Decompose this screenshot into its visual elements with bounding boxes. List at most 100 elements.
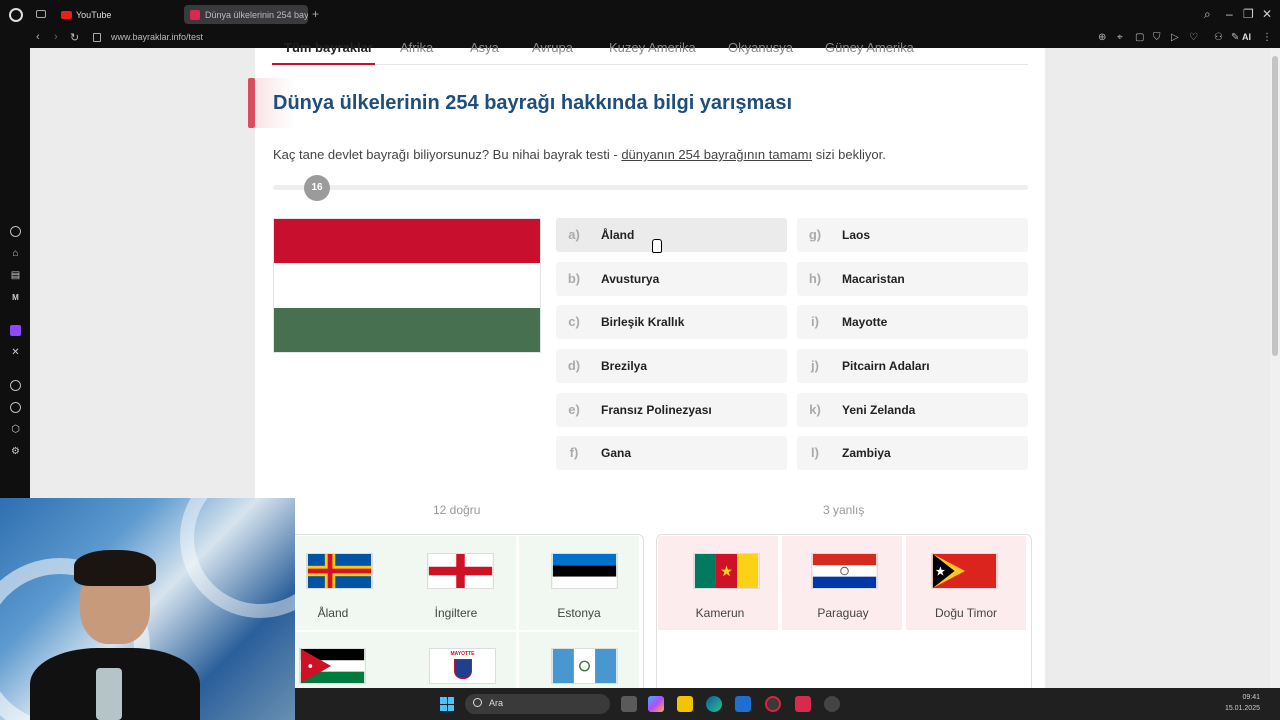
answer-option-b[interactable]: b) Avusturya (556, 262, 787, 296)
back-icon[interactable]: ‹ (36, 31, 40, 43)
refresh-sidebar-icon[interactable] (10, 226, 21, 237)
tab-africa[interactable]: Afrika (400, 40, 433, 55)
menu-icon[interactable]: ⋮ (1262, 32, 1272, 44)
option-letter: i) (811, 314, 819, 329)
answer-option-d[interactable]: d) Brezilya (556, 349, 787, 383)
answer-option-k[interactable]: k) Yeni Zelanda (797, 393, 1028, 427)
heart-icon[interactable]: ♡ (1189, 32, 1198, 44)
page-scrollbar[interactable] (1270, 48, 1280, 688)
twitch-icon[interactable] (10, 325, 21, 336)
flag-stripe-red (274, 219, 540, 264)
forward-icon[interactable]: › (54, 31, 58, 43)
tab-south-america[interactable]: Güney Amerika (825, 40, 914, 55)
history-icon[interactable] (10, 402, 21, 413)
answer-option-a[interactable]: a) Åland (556, 218, 787, 252)
extensions-icon[interactable]: ⬡ (10, 424, 21, 435)
intro-text-start: Kaç tane devlet bayrağı biliyorsunuz? Bu… (273, 147, 622, 162)
scrollbar-thumb[interactable] (1272, 56, 1278, 356)
edge-icon[interactable] (706, 696, 722, 712)
tab-north-america[interactable]: Kuzey Amerika (609, 40, 696, 55)
aland-flag-image (306, 553, 373, 589)
settings-gear-icon[interactable]: ⚙ (10, 446, 21, 457)
option-letter: f) (569, 445, 579, 460)
aria-icon[interactable]: ✎ (1231, 32, 1239, 44)
wave-pattern (180, 498, 295, 618)
lock-icon[interactable] (93, 33, 101, 42)
url-field[interactable]: www.bayraklar.info/test (111, 32, 203, 42)
answer-option-i[interactable]: i) Mayotte (797, 305, 1028, 339)
option-label: Pitcairn Adaları (842, 359, 930, 373)
mayotte-shield-icon (454, 659, 472, 679)
messenger-m-icon[interactable]: M (10, 292, 21, 303)
tab-youtube[interactable]: YouTube (55, 5, 181, 24)
opera-taskbar-icon[interactable] (765, 696, 781, 712)
answer-option-f[interactable]: f) Gana (556, 436, 787, 470)
tab-label: Dünya ülkelerinin 254 bay (205, 9, 308, 20)
taskbar-search[interactable]: Ara (465, 694, 610, 714)
tab-oceania[interactable]: Okyanusya (728, 40, 793, 55)
bag-icon[interactable]: ⌂ (10, 248, 21, 259)
option-label: Zambiya (842, 446, 891, 460)
region-tabs: Tüm bayraklar Afrika Asya Avrupa Kuzey A… (272, 40, 1028, 65)
close-icon[interactable]: ✕ (1262, 8, 1272, 20)
profile-icon[interactable]: ⚇ (1214, 32, 1223, 44)
option-letter: j) (811, 358, 819, 373)
option-letter: h) (808, 271, 822, 286)
wrong-flag-label: Doğu Timor (934, 606, 998, 620)
obs-icon[interactable] (824, 696, 840, 712)
tab-all-flags[interactable]: Tüm bayraklar (284, 40, 373, 55)
option-label: Brezilya (601, 359, 648, 373)
wrong-flag-label: Paraguay (817, 606, 869, 620)
tab-islands-icon[interactable] (36, 10, 46, 18)
player-circle-icon[interactable] (10, 380, 21, 391)
clock[interactable]: 09:41 15.01.2025 (1215, 692, 1260, 714)
cup-image (96, 668, 122, 720)
answer-option-j[interactable]: j) Pitcairn Adaları (797, 349, 1028, 383)
tab-europe[interactable]: Avrupa (532, 40, 573, 55)
reload-icon[interactable]: ↻ (70, 31, 79, 44)
answer-option-h[interactable]: h) Macaristan (797, 262, 1028, 296)
store-icon[interactable] (735, 696, 751, 712)
answer-option-c[interactable]: c) Birleşik Krallık (556, 305, 787, 339)
progress-counter: 16 (304, 175, 330, 201)
task-view-icon[interactable] (621, 696, 637, 712)
restore-icon[interactable]: ❐ (1243, 8, 1254, 20)
option-label: Gana (601, 446, 632, 460)
intro-text: Kaç tane devlet bayrağı biliyorsunuz? Bu… (273, 147, 886, 162)
wrong-count: 3 yanlış (823, 503, 865, 517)
answer-option-e[interactable]: e) Fransız Polinezyası (556, 393, 787, 427)
adblock-shield-icon[interactable]: ⛉ (1153, 32, 1161, 44)
x-icon[interactable]: ✕ (10, 347, 21, 358)
file-explorer-icon[interactable] (677, 696, 693, 712)
player-icon[interactable]: ▷ (1171, 32, 1179, 44)
cameroon-flag-image (693, 553, 760, 589)
active-tab-underline (272, 63, 375, 65)
new-tab-button[interactable]: + (312, 8, 319, 20)
windows-start-icon[interactable] (440, 697, 454, 711)
clock-time: 09:41 (1242, 694, 1260, 701)
opera-logo-icon[interactable] (9, 8, 23, 22)
tab-label: YouTube (76, 9, 112, 20)
minimize-icon[interactable]: – (1226, 8, 1233, 20)
copilot-icon[interactable] (648, 696, 664, 712)
youtube-icon (61, 10, 72, 19)
notes-icon[interactable]: ▤ (10, 270, 21, 281)
page-title: Dünya ülkelerinin 254 bayrağı hakkında b… (273, 92, 793, 114)
pin-icon[interactable]: ⌖ (1117, 32, 1123, 44)
tab-asia[interactable]: Asya (470, 40, 499, 55)
tab-bayraklar[interactable]: Dünya ülkelerinin 254 bay (184, 5, 308, 24)
zoom-icon[interactable]: ⊕ (1098, 32, 1106, 44)
answer-option-g[interactable]: g) Laos (797, 218, 1028, 252)
all-flags-link[interactable]: dünyanın 254 bayrağının tamamı (621, 147, 812, 162)
mouse-cursor-icon (652, 239, 662, 253)
snapshot-icon[interactable]: ▢ (1135, 32, 1144, 44)
wrong-flag-label: Kamerun (695, 606, 745, 620)
ai-button[interactable]: AI (1242, 32, 1251, 42)
answer-option-l[interactable]: l) Zambiya (797, 436, 1028, 470)
webcam-overlay (0, 498, 295, 720)
app-red-icon[interactable] (795, 696, 811, 712)
search-tabs-icon[interactable]: ⌕ (1204, 8, 1211, 20)
option-label: Laos (842, 228, 871, 242)
paraguay-flag-image (811, 553, 878, 589)
correct-flag-label: İngiltere (434, 606, 478, 620)
